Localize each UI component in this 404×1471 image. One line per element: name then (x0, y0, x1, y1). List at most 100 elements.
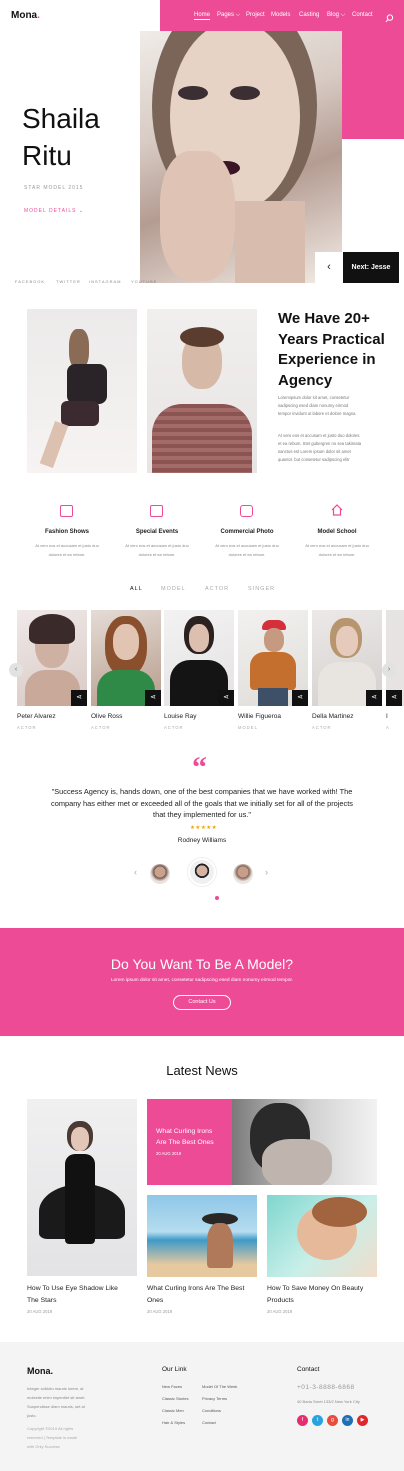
para-line: tempor invidunt ut labore et dolore magn… (278, 411, 356, 416)
filter-actor[interactable]: ACTOR (205, 586, 229, 592)
photo-woman (207, 1223, 233, 1268)
carousel-next-button[interactable]: › (382, 663, 396, 677)
news-post-title[interactable]: How To Save Money On Beauty Products (267, 1283, 363, 1306)
news-post-title[interactable]: What Curling Irons Are The Best Ones (147, 1283, 244, 1306)
footer-about: Integer sollicitu mauris lorem, at moles… (27, 1384, 85, 1420)
model-card[interactable]: ⋖ (386, 610, 404, 706)
social-youtube[interactable]: YOUTUBE (131, 279, 157, 284)
google-icon[interactable]: g (327, 1415, 338, 1426)
film-icon (60, 505, 73, 517)
model-name[interactable]: Willie Figueroa (238, 713, 281, 720)
share-icon[interactable]: ⋖ (386, 690, 402, 706)
news-photo-hair[interactable] (232, 1099, 377, 1185)
footer-link[interactable]: Contact (202, 1420, 216, 1425)
main-nav: Home Pages ⌵ Project Models Casting Blog… (160, 0, 404, 31)
about-photo-dancer (27, 309, 137, 473)
about-line: Suspendisse diam mauris, set at (27, 1404, 85, 1409)
model-card[interactable]: ⋖ (91, 610, 161, 706)
site-logo[interactable]: Mona. (11, 10, 40, 21)
linkedin-icon[interactable]: in (342, 1415, 353, 1426)
news-photo-beauty[interactable] (267, 1195, 377, 1277)
para-line: Loremipsum dolor sit amet, consetetur (278, 395, 350, 400)
text-line: dolores et ea rebum. (228, 552, 266, 557)
social-facebook[interactable]: FACEBOOK (15, 279, 45, 284)
model-photo-face (189, 624, 209, 652)
about-photo-man (147, 309, 257, 473)
model-photo-hair (29, 614, 75, 644)
footer-link[interactable]: Classic Men (162, 1408, 184, 1413)
testimonial-prev-button[interactable]: ‹ (134, 867, 137, 877)
cta-heading: Do You Want To Be A Model? (110, 956, 294, 972)
share-icon[interactable]: ⋖ (366, 690, 382, 706)
testimonial-avatar[interactable] (233, 864, 253, 884)
model-card[interactable]: ⋖ (164, 610, 234, 706)
model-photo-face (264, 628, 284, 652)
testimonial-avatar-active[interactable] (188, 858, 216, 886)
dancer-hair (69, 329, 89, 369)
share-icon[interactable]: ⋖ (71, 690, 87, 706)
about-heading-line: Years Practical (278, 330, 385, 348)
model-details-link[interactable]: MODEL DETAILS ⌄ (24, 208, 84, 214)
hero-prev-button[interactable]: ‹ (315, 252, 343, 283)
footer-link[interactable]: Model Of The Week (202, 1384, 237, 1389)
photo-dress (65, 1154, 95, 1244)
nav-casting[interactable]: Casting (299, 12, 319, 18)
model-card[interactable]: ⋖ (17, 610, 87, 706)
news-photo-beach[interactable] (147, 1195, 257, 1277)
model-name[interactable]: Olive Ross (91, 713, 122, 720)
news-photo-eyeshadow[interactable] (27, 1099, 137, 1276)
search-icon[interactable] (385, 10, 394, 23)
model-name[interactable]: Peter Alvarez (17, 713, 56, 720)
nav-pages[interactable]: Pages ⌵ (217, 12, 240, 19)
nav-home[interactable]: Home (194, 12, 211, 20)
hero-next-button[interactable]: Next: Jesse (343, 252, 399, 283)
contact-us-button[interactable]: Contact Us (173, 995, 231, 1010)
title-line: How To Use Eye Shadow Like (27, 1285, 118, 1292)
share-icon[interactable]: ⋖ (145, 690, 161, 706)
footer-link[interactable]: Conditions (202, 1408, 221, 1413)
testimonial-next-button[interactable]: › (265, 867, 268, 877)
cta-text: Lorem ipsum dolor sit amet, consetetur s… (110, 978, 294, 983)
slider-dot-active[interactable] (215, 896, 219, 900)
model-name[interactable]: Della Martinez (312, 713, 354, 720)
nav-models[interactable]: Models (271, 12, 290, 18)
filter-all[interactable]: ALL (130, 586, 143, 592)
about-line: molestie enim imperdiet sit amet. (27, 1395, 86, 1400)
model-card[interactable]: ⋖ (238, 610, 308, 706)
footer-link[interactable]: Classic Stories (162, 1396, 188, 1401)
carousel-prev-button[interactable]: ‹ (9, 663, 23, 677)
testimonial-avatar[interactable] (150, 864, 170, 884)
photo-shoulder (262, 1139, 332, 1185)
footer-logo[interactable]: Mona. (27, 1366, 53, 1376)
nav-contact[interactable]: Contact (352, 12, 373, 18)
share-icon[interactable]: ⋖ (218, 690, 234, 706)
cta-section: Do You Want To Be A Model? Lorem ipsum d… (0, 928, 404, 1036)
social-twitter[interactable]: TWITTER (56, 279, 81, 284)
hero-model-photo (140, 31, 342, 283)
share-icon[interactable]: ⋖ (292, 690, 308, 706)
youtube-icon[interactable]: ▶ (357, 1415, 368, 1426)
para-line: sadipscing esed diam nonumy eirmod (278, 403, 349, 408)
model-name[interactable]: Louise Ray (164, 713, 197, 720)
model-card[interactable]: ⋖ (312, 610, 382, 706)
footer-link[interactable]: New Faces (162, 1384, 182, 1389)
man-hair (180, 327, 224, 347)
filter-singer[interactable]: SINGER (248, 586, 275, 592)
home-icon (330, 503, 344, 517)
filter-model[interactable]: MODEL (161, 586, 186, 592)
nav-project[interactable]: Project (246, 12, 265, 18)
service-title: Model School (317, 529, 357, 535)
news-featured-card[interactable]: What Curling Irons Are The Best Ones 20 … (147, 1099, 232, 1185)
about-heading-line: Agency (278, 371, 333, 389)
facebook-icon[interactable]: f (297, 1415, 308, 1426)
model-name[interactable]: I (386, 713, 388, 720)
twitter-icon[interactable]: t (312, 1415, 323, 1426)
news-post-title[interactable]: How To Use Eye Shadow Like The Stars (27, 1283, 118, 1306)
title-line: What Curling Irons Are The Best (147, 1285, 245, 1292)
nav-blog[interactable]: Blog ⌵ (327, 12, 345, 19)
footer-link[interactable]: Hair & Styles (162, 1420, 185, 1425)
footer-link[interactable]: Privacy Terms (202, 1396, 227, 1401)
rating-stars: ★★★★★ (190, 825, 218, 831)
about-line: Integer sollicitu mauris lorem, at (27, 1386, 84, 1391)
social-instagram[interactable]: INSTAGRAM (89, 279, 121, 284)
